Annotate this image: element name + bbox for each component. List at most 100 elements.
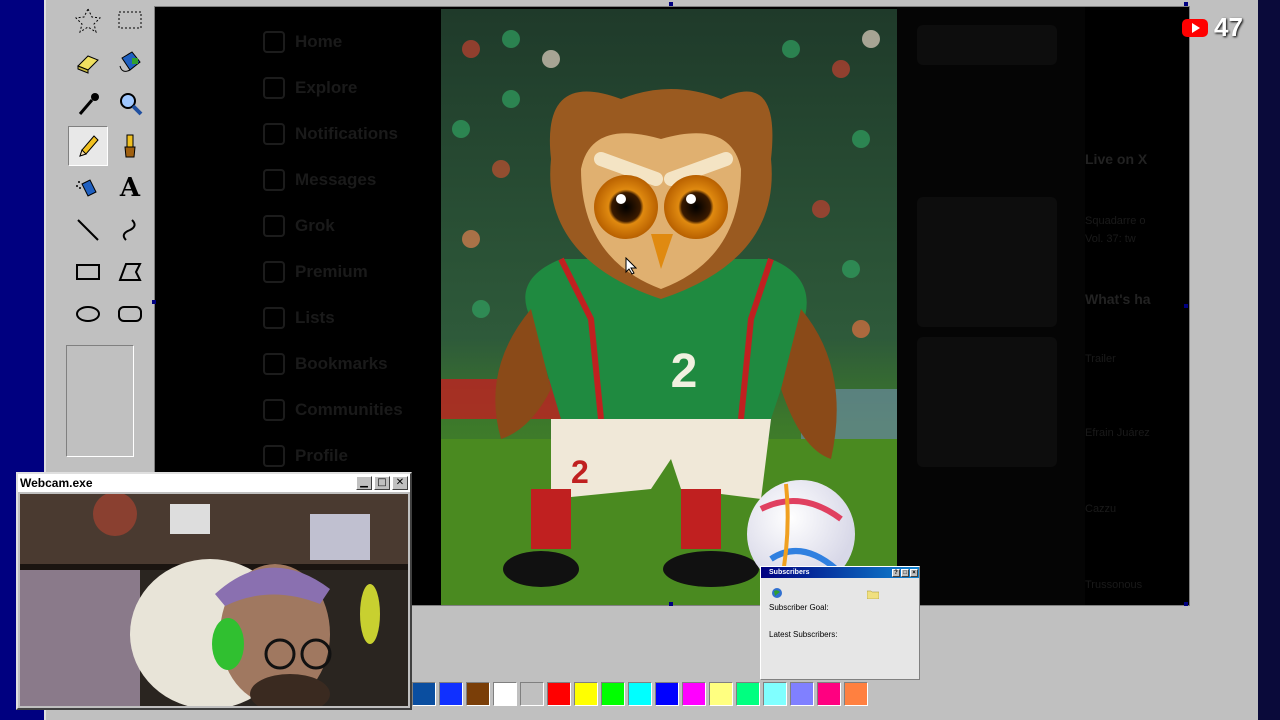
globe-icon <box>772 588 782 598</box>
rect-select-icon[interactable] <box>110 0 150 40</box>
x-nav-home: Home <box>263 27 342 57</box>
x-nav-messages: Messages <box>263 165 376 195</box>
owl-artwork: 2 2 <box>441 9 897 605</box>
polygon-icon[interactable] <box>110 252 150 292</box>
palette-swatch[interactable] <box>601 682 625 706</box>
youtube-icon <box>1182 18 1208 37</box>
resize-handle[interactable] <box>1184 304 1188 308</box>
help-button[interactable]: ? <box>892 568 900 577</box>
palette-swatch[interactable] <box>736 682 760 706</box>
bookmark-icon <box>263 353 285 375</box>
resize-handle[interactable] <box>1184 602 1188 606</box>
x-nav-label: Messages <box>295 170 377 189</box>
subscribers-titlebar[interactable]: Subscribers ? □ × <box>761 567 919 578</box>
x-nav-profile: Profile <box>263 441 348 471</box>
trend-item: Trussonous <box>1085 579 1143 591</box>
resize-handle[interactable] <box>669 2 673 6</box>
list-icon <box>263 307 285 329</box>
rectangle-icon[interactable] <box>68 252 108 292</box>
resize-handle[interactable] <box>152 300 156 304</box>
mouse-cursor-icon <box>625 257 637 275</box>
palette-swatch[interactable] <box>466 682 490 706</box>
palette-swatch[interactable] <box>790 682 814 706</box>
latest-subscribers-label: Latest Subscribers: <box>769 630 838 639</box>
x-nav-communities: Communities <box>263 395 403 425</box>
live-heading: Live on X <box>1085 151 1148 167</box>
webcam-window: Webcam.exe ▁ □ ✕ <box>16 472 412 710</box>
happening-heading: What's ha <box>1085 291 1151 307</box>
x-logo-icon <box>263 261 285 283</box>
x-nav-label: Lists <box>295 308 335 327</box>
webcam-titlebar[interactable]: Webcam.exe ▁ □ ✕ <box>18 474 410 492</box>
person-icon <box>263 445 285 467</box>
subscriber-goal-label: Subscriber Goal: <box>769 603 829 612</box>
airbrush-icon[interactable] <box>68 168 108 208</box>
fill-icon[interactable] <box>110 42 150 82</box>
line-icon[interactable] <box>68 210 108 250</box>
x-nav-label: Profile <box>295 446 348 465</box>
palette-swatch[interactable] <box>628 682 652 706</box>
palette-swatch[interactable] <box>709 682 733 706</box>
eraser-icon[interactable] <box>68 42 108 82</box>
palette-swatch[interactable] <box>655 682 679 706</box>
x-nav-grok: Grok <box>263 211 335 241</box>
x-nav-label: Explore <box>295 78 358 97</box>
resize-handle[interactable] <box>669 602 673 606</box>
tool-options-panel[interactable] <box>66 345 134 457</box>
x-card <box>917 25 1057 65</box>
maximize-button[interactable]: □ <box>374 476 390 490</box>
shorts-number: 2 <box>571 454 589 490</box>
minimize-button[interactable]: ▁ <box>356 476 372 490</box>
free-select-icon[interactable] <box>68 0 108 40</box>
palette-swatch[interactable] <box>817 682 841 706</box>
live-line: Squadarre o <box>1085 215 1146 227</box>
live-line: Vol. 37: tw <box>1085 233 1136 245</box>
toolbox: A <box>56 0 148 470</box>
color-picker-icon[interactable] <box>68 84 108 124</box>
viewer-count: 47 <box>1214 12 1243 42</box>
pencil-icon[interactable] <box>68 126 108 166</box>
palette-swatch[interactable] <box>844 682 868 706</box>
close-button[interactable]: × <box>910 568 918 577</box>
x-nav-label: Grok <box>295 216 335 235</box>
palette-swatch[interactable] <box>493 682 517 706</box>
x-nav-notifications: Notifications <box>263 119 398 149</box>
subscribers-window: Subscribers ? □ × Subscriber Goal: Lates… <box>760 566 920 680</box>
resize-handle[interactable] <box>1184 2 1188 6</box>
x-nav-label: Notifications <box>295 124 398 143</box>
close-button[interactable]: ✕ <box>392 476 408 490</box>
x-nav-label: Bookmarks <box>295 354 388 373</box>
x-nav-label: Communities <box>295 400 403 419</box>
webcam-feed <box>20 494 408 706</box>
grok-icon <box>263 215 285 237</box>
subscribers-title: Subscribers <box>769 569 810 576</box>
x-nav-label: Home <box>295 32 343 51</box>
palette-swatch[interactable] <box>547 682 571 706</box>
home-icon <box>263 31 285 53</box>
palette-swatch[interactable] <box>412 682 436 706</box>
mail-icon <box>263 169 285 191</box>
palette-swatch[interactable] <box>574 682 598 706</box>
maximize-button[interactable]: □ <box>901 568 909 577</box>
curve-icon[interactable] <box>110 210 150 250</box>
webcam-title: Webcam.exe <box>20 476 93 490</box>
brush-icon[interactable] <box>110 126 150 166</box>
magnifier-icon[interactable] <box>110 84 150 124</box>
text-icon[interactable]: A <box>110 168 150 208</box>
palette-swatch[interactable] <box>682 682 706 706</box>
jersey-number: 2 <box>671 345 698 398</box>
trend-item: Trailer <box>1085 353 1116 365</box>
viewer-counter: 47 <box>1182 12 1243 43</box>
palette-swatch[interactable] <box>520 682 544 706</box>
palette-swatch[interactable] <box>439 682 463 706</box>
x-nav-label: Premium <box>295 262 368 281</box>
x-nav-bookmarks: Bookmarks <box>263 349 388 379</box>
x-nav-explore: Explore <box>263 73 357 103</box>
ellipse-icon[interactable] <box>68 294 108 334</box>
color-palette <box>412 682 868 708</box>
x-feed-ghost <box>897 7 1085 605</box>
bell-icon <box>263 123 285 145</box>
palette-swatch[interactable] <box>763 682 787 706</box>
trend-item: Efrain Juárez <box>1085 427 1150 439</box>
rounded-rect-icon[interactable] <box>110 294 150 334</box>
